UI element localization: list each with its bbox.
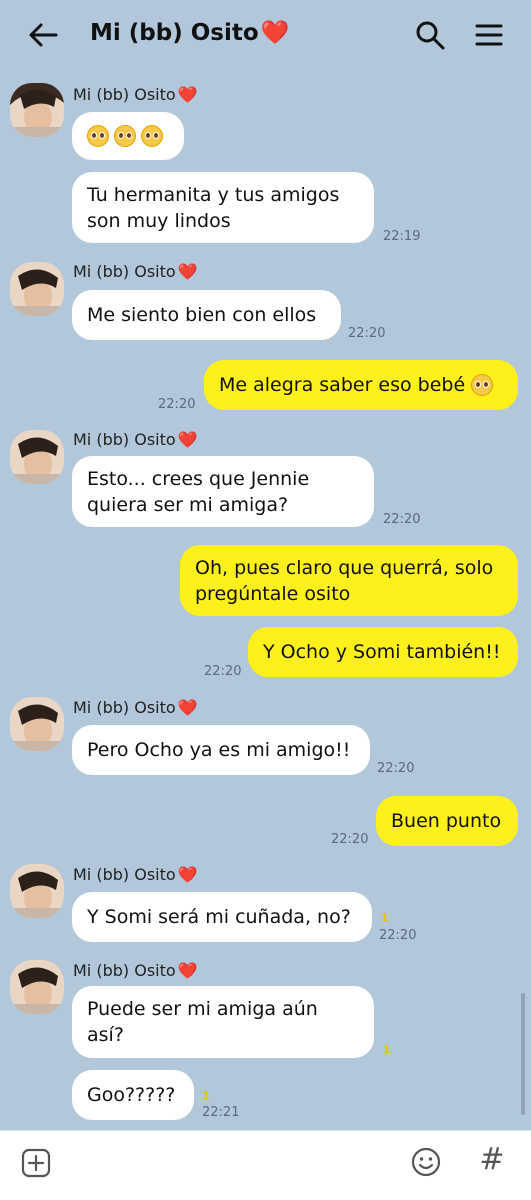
message-bubble-incoming[interactable]: Tu hermanita y tus amigos son muy lindos [72,172,374,243]
contact-avatar[interactable] [10,83,64,137]
contact-avatar[interactable] [10,430,64,484]
smiley-icon[interactable] [409,1145,443,1179]
pleading-face-icon [114,125,136,147]
message-timestamp: 22:20 [377,761,415,776]
message-timestamp: 22:20 [379,928,417,943]
pleading-face-icon [87,125,109,147]
pleading-face-icon [141,125,163,147]
plus-square-icon[interactable] [20,1147,52,1179]
message-bubble-outgoing[interactable]: Oh, pues claro que querrá, solo pregúnta… [180,545,518,616]
pleading-face-icon [471,374,494,396]
chat-title: Mi (bb) Osito❤️ [90,19,289,46]
contact-avatar[interactable] [10,960,64,1014]
message-timestamp: 22:20 [204,664,242,679]
message-bubble-incoming[interactable]: Pero Ocho ya es mi amigo!! [72,725,370,775]
message-input[interactable] [70,1143,394,1185]
heart-emoji: ❤️ [260,20,290,46]
sender-name: Mi (bb) Osito ❤️ [73,262,198,281]
message-bubble-incoming[interactable]: Goo????? [72,1070,194,1120]
scrollbar[interactable] [521,993,525,1115]
message-timestamp: 22:20 [158,397,196,412]
message-input-bar: # [0,1130,531,1200]
message-bubble-incoming[interactable]: Esto... crees que Jennie quiera ser mi a… [72,456,374,527]
search-icon[interactable] [413,18,447,52]
unread-count: 1 [381,911,389,924]
sender-name: Mi (bb) Osito ❤️ [73,430,198,449]
message-bubble-outgoing[interactable]: Buen punto [376,796,518,846]
message-bubble-incoming[interactable]: Me siento bien con ellos [72,290,341,340]
sender-name: Mi (bb) Osito ❤️ [73,85,198,104]
contact-avatar[interactable] [10,262,64,316]
sender-name: Mi (bb) Osito ❤️ [73,698,198,717]
contact-avatar[interactable] [10,697,64,751]
sender-name: Mi (bb) Osito ❤️ [73,865,198,884]
contact-avatar[interactable] [10,864,64,918]
message-bubble-incoming[interactable]: Puede ser mi amiga aún así? [72,986,374,1058]
chat-header: Mi (bb) Osito❤️ [0,0,531,72]
back-arrow-icon[interactable] [26,18,60,52]
unread-count: 1 [383,1043,391,1056]
unread-count: 1 [202,1089,210,1102]
message-timestamp: 22:20 [348,326,386,341]
sender-name: Mi (bb) Osito ❤️ [73,961,198,980]
message-bubble-incoming[interactable]: Y Somi será mi cuñada, no? [72,892,372,942]
message-timestamp: 22:20 [331,832,369,847]
message-bubble-incoming[interactable] [72,112,184,160]
message-timestamp: 22:21 [202,1105,240,1120]
message-bubble-outgoing[interactable]: Y Ocho y Somi también!! [248,627,518,677]
hamburger-menu-icon[interactable] [473,19,505,51]
hashtag-icon[interactable]: # [476,1143,508,1177]
message-bubble-outgoing[interactable]: Me alegra saber eso bebé [204,360,518,410]
message-timestamp: 22:19 [383,229,421,244]
message-timestamp: 22:20 [383,512,421,527]
chat-title-text: Mi (bb) Osito [90,20,259,46]
